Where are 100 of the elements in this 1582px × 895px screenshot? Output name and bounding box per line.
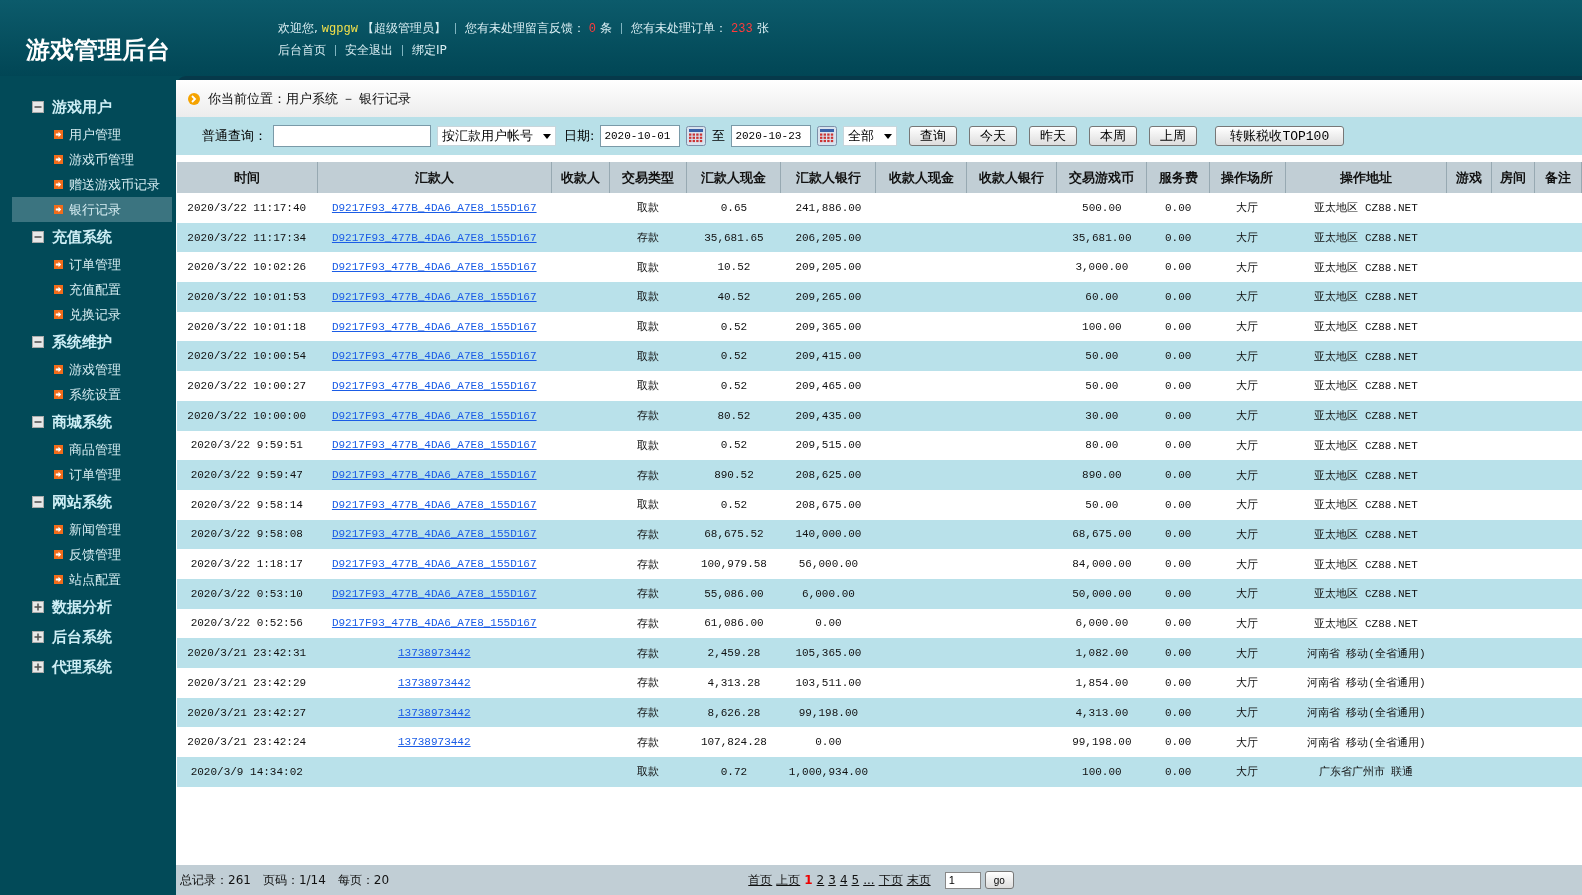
page-link[interactable]: 首页	[748, 871, 773, 889]
arrow-icon	[54, 180, 63, 189]
payer-link[interactable]: D9217F93_477B_4DA6_A7E8_155D167	[331, 320, 537, 333]
trade-type-select[interactable]: 全部	[843, 126, 898, 146]
filter-button[interactable]: 查询	[909, 126, 958, 146]
per-page: 每页：20	[337, 871, 390, 889]
expand-icon[interactable]	[32, 601, 44, 613]
arrow-icon	[54, 285, 63, 294]
collapse-icon[interactable]	[32, 496, 44, 508]
table-cell: 大厅	[1236, 439, 1259, 452]
expand-icon[interactable]	[32, 631, 44, 643]
page-info: 页码：1/14	[262, 871, 326, 889]
page-link[interactable]: ...	[863, 873, 875, 887]
sidebar-item[interactable]: 订单管理	[12, 462, 172, 487]
query-field[interactable]	[273, 125, 431, 147]
table-cell: 2,459.28	[707, 647, 761, 660]
date-field[interactable]: 2020-10-23	[731, 125, 812, 147]
table-cell: 890.00	[1082, 469, 1122, 482]
sidebar-group[interactable]: 游戏用户	[12, 92, 176, 122]
payer-link[interactable]: D9217F93_477B_4DA6_A7E8_155D167	[331, 439, 537, 452]
table-cell: 取款	[637, 766, 659, 779]
sidebar-item[interactable]: 新闻管理	[12, 517, 172, 542]
sidebar-group[interactable]: 网站系统	[12, 487, 176, 517]
table-cell: 1,854.00	[1075, 676, 1129, 689]
table-cell: 208,625.00	[795, 469, 862, 482]
page-link[interactable]: 下页	[878, 871, 903, 889]
page-link[interactable]: 5	[851, 873, 860, 887]
page-link[interactable]: 4	[839, 873, 848, 887]
group-label: 后台系统	[52, 627, 112, 647]
date-field[interactable]: 2020-10-01	[600, 125, 681, 147]
sidebar-item[interactable]: 银行记录	[12, 197, 172, 222]
collapse-icon[interactable]	[32, 101, 44, 113]
sidebar-group[interactable]: 数据分析	[12, 592, 176, 622]
payer-link[interactable]: 13738973442	[397, 676, 471, 689]
header-link[interactable]: 安全退出	[345, 42, 393, 59]
table-cell: 208,675.00	[795, 498, 862, 511]
collapse-icon[interactable]	[32, 416, 44, 428]
sidebar-item[interactable]: 系统设置	[12, 382, 172, 407]
payer-link[interactable]: 13738973442	[397, 706, 471, 719]
query-type-select[interactable]: 按汇款用户帐号	[437, 126, 556, 146]
page-field[interactable]: 1	[944, 871, 981, 889]
sidebar-group[interactable]: 代理系统	[12, 652, 176, 682]
payer-link[interactable]: 13738973442	[397, 647, 471, 660]
sidebar-item[interactable]: 兑换记录	[12, 302, 172, 327]
table-cell: 4,313.00	[1075, 706, 1129, 719]
sidebar-group[interactable]: 后台系统	[12, 622, 176, 652]
sidebar-item[interactable]: 游戏币管理	[12, 147, 172, 172]
payer-link[interactable]: D9217F93_477B_4DA6_A7E8_155D167	[331, 558, 537, 571]
table-cell: 取款	[637, 291, 659, 304]
payer-link[interactable]: D9217F93_477B_4DA6_A7E8_155D167	[331, 617, 537, 630]
sidebar-item[interactable]: 订单管理	[12, 252, 172, 277]
filter-button[interactable]: 转账税收TOP100	[1215, 126, 1345, 146]
column-header: 游戏	[1447, 162, 1492, 193]
filter-button[interactable]: 本周	[1089, 126, 1138, 146]
filter-button[interactable]: 昨天	[1029, 126, 1078, 146]
table-cell: 大厅	[1236, 588, 1259, 601]
payer-link[interactable]: D9217F93_477B_4DA6_A7E8_155D167	[331, 201, 537, 214]
table-cell: 2020/3/22 10:00:54	[187, 350, 307, 363]
sidebar-item[interactable]: 游戏管理	[12, 357, 172, 382]
payer-link[interactable]: D9217F93_477B_4DA6_A7E8_155D167	[331, 498, 537, 511]
table-cell: 0.00	[1164, 469, 1192, 482]
collapse-icon[interactable]	[32, 336, 44, 348]
payer-link[interactable]: D9217F93_477B_4DA6_A7E8_155D167	[331, 261, 537, 274]
filter-button[interactable]: 上周	[1149, 126, 1198, 146]
table-cell: 取款	[637, 321, 659, 334]
table-cell: 大厅	[1236, 707, 1259, 720]
header-link[interactable]: 绑定IP	[412, 42, 447, 59]
go-button[interactable]: go	[984, 871, 1014, 889]
calendar-icon[interactable]	[817, 126, 838, 146]
sidebar-group[interactable]: 系统维护	[12, 327, 176, 357]
filter-button[interactable]: 今天	[969, 126, 1018, 146]
sidebar-item[interactable]: 反馈管理	[12, 542, 172, 567]
total-records: 总记录：261	[180, 871, 251, 889]
table-cell: 大厅	[1236, 558, 1259, 571]
sidebar-item[interactable]: 充值配置	[12, 277, 172, 302]
page-link[interactable]: 3	[828, 873, 836, 887]
sidebar-item[interactable]: 站点配置	[12, 567, 172, 592]
payer-link[interactable]: D9217F93_477B_4DA6_A7E8_155D167	[331, 379, 537, 392]
sidebar-item[interactable]: 商品管理	[12, 437, 172, 462]
group-label: 代理系统	[52, 657, 112, 677]
sidebar-item[interactable]: 用户管理	[12, 122, 172, 147]
sidebar-item[interactable]: 赠送游戏币记录	[12, 172, 172, 197]
page-link[interactable]: 2	[816, 873, 825, 887]
column-header: 收款人	[551, 162, 610, 193]
table-cell: 140,000.00	[795, 528, 862, 541]
page-link[interactable]: 末页	[906, 871, 931, 889]
page-link[interactable]: 上页	[776, 871, 801, 889]
arrow-icon	[54, 445, 63, 454]
column-header: 汇款人	[317, 162, 552, 193]
sidebar-group[interactable]: 充值系统	[12, 222, 176, 252]
collapse-icon[interactable]	[32, 231, 44, 243]
payer-link[interactable]: 13738973442	[397, 736, 471, 749]
table-cell: 103,511.00	[795, 676, 862, 689]
header-link[interactable]: 后台首页	[278, 42, 326, 59]
column-header: 房间	[1491, 162, 1535, 193]
caret-icon	[884, 133, 893, 139]
calendar-icon[interactable]	[686, 126, 707, 146]
sidebar-group[interactable]: 商城系统	[12, 407, 176, 437]
table-cell: 大厅	[1236, 321, 1259, 334]
expand-icon[interactable]	[32, 661, 44, 673]
